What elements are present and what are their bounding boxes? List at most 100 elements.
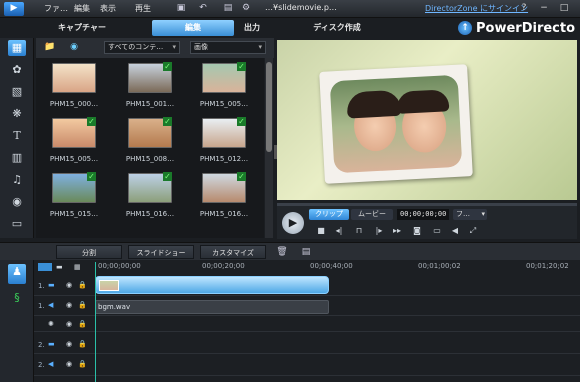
track-label: 1.: [38, 302, 45, 310]
app-logo-icon: ▶: [4, 2, 24, 16]
lock-icon[interactable]: 🔒: [78, 281, 87, 289]
media-type-dropdown[interactable]: 画像 ▾: [190, 41, 266, 54]
delete-icon[interactable]: 🗑: [276, 246, 288, 258]
menu-play[interactable]: 再生: [135, 3, 151, 14]
lock-icon[interactable]: 🔒: [78, 320, 87, 328]
audio-clip[interactable]: bgm.wav: [95, 300, 329, 314]
media-thumbnail-label: PHM15_005…: [49, 155, 99, 163]
tab-capture[interactable]: キャプチャー: [42, 20, 122, 36]
chevron-down-icon: ▾: [258, 43, 262, 51]
lock-icon[interactable]: 🔒: [78, 301, 87, 309]
transition-room-icon[interactable]: ▥: [8, 150, 26, 166]
media-thumbnail-label: PHM15_001…: [125, 100, 175, 108]
split-button[interactable]: 分割: [56, 245, 122, 259]
playhead[interactable]: [95, 262, 96, 382]
track-view-icon[interactable]: [38, 263, 52, 271]
media-thumbnail[interactable]: ✓: [128, 62, 172, 93]
ruler-tick-label: 00;00;20;00: [202, 262, 245, 270]
particle-room-icon[interactable]: ❋: [8, 106, 26, 122]
settings-icon[interactable]: ⚙: [240, 2, 252, 14]
timecode-display[interactable]: 00;00;00;00: [397, 209, 450, 220]
layout-icon[interactable]: ▤: [222, 2, 234, 14]
tab-output[interactable]: 出力: [232, 20, 272, 36]
library-toolbar: 📁 ◉ すべてのコンテ… ▾ 画像 ▾: [36, 38, 274, 58]
video-track-icon: ▬: [48, 281, 55, 289]
tab-edit[interactable]: 編集: [152, 20, 234, 36]
eye-icon[interactable]: ◉: [66, 320, 72, 328]
media-thumbnail[interactable]: ✓: [202, 62, 246, 93]
brand: ↑ PowerDirecto: [456, 19, 580, 38]
timeline-view-icon[interactable]: ♟: [8, 264, 26, 284]
effect-room-icon[interactable]: ✿: [8, 62, 26, 78]
eye-icon[interactable]: ◉: [66, 360, 72, 368]
mode-tabs: キャプチャー 編集 出力 ディスク作成: [34, 18, 450, 38]
check-icon: ✓: [87, 117, 96, 126]
media-library: PHM15_000… ✓ PHM15_001… ✓ PHM15_005… ✓ P…: [36, 58, 264, 238]
check-icon: ✓: [237, 117, 246, 126]
scrollbar-thumb[interactable]: [266, 62, 272, 152]
fx-track-icon: ✺: [48, 320, 54, 328]
media-thumbnail[interactable]: ✓: [52, 117, 96, 148]
pip-room-icon[interactable]: ▧: [8, 84, 26, 100]
more-icon[interactable]: ▤: [300, 246, 312, 258]
help-button[interactable]: ?: [518, 2, 530, 14]
media-thumbnail[interactable]: ✓: [202, 117, 246, 148]
audio-mixing-icon[interactable]: ♫: [8, 172, 26, 188]
menu-edit[interactable]: 編集: [74, 3, 90, 14]
media-thumbnail[interactable]: ✓: [128, 117, 172, 148]
eye-icon[interactable]: ◉: [66, 301, 72, 309]
movie-mode-button[interactable]: ムービー: [351, 209, 393, 220]
brand-name: PowerDirecto: [476, 21, 576, 36]
zoom-icon[interactable]: ▦: [74, 263, 81, 271]
room-toolbar: ▦ ✿ ▧ ❋ T ▥ ♫ ◉ ▭: [0, 38, 34, 238]
stop-icon[interactable]: ■: [315, 225, 327, 237]
directorzone-link[interactable]: DirectorZone にサインイン: [425, 3, 528, 14]
maximize-button[interactable]: □: [558, 2, 570, 14]
menu-file[interactable]: ファ…: [44, 3, 68, 14]
customize-button[interactable]: カスタマイズ: [200, 245, 266, 259]
chapter-room-icon[interactable]: ▭: [8, 216, 26, 232]
content-filter-dropdown[interactable]: すべてのコンテ… ▾: [104, 41, 180, 54]
video-clip[interactable]: [95, 276, 329, 294]
eye-icon[interactable]: ◉: [66, 281, 72, 289]
ruler-tick-label: 00;01;00;02: [418, 262, 461, 270]
snapshot-icon[interactable]: ◙: [411, 225, 423, 237]
media-thumbnail[interactable]: ✓: [202, 172, 246, 203]
tab-disc[interactable]: ディスク作成: [302, 20, 372, 36]
split-icon[interactable]: ⊓: [353, 225, 365, 237]
media-thumbnail[interactable]: [52, 63, 96, 93]
slideshow-button[interactable]: スライドショー: [128, 245, 194, 259]
import-folder-icon[interactable]: 📁: [44, 41, 56, 53]
display-icon[interactable]: ▭: [431, 225, 443, 237]
media-thumbnail-label: PHM15_005…: [199, 100, 249, 108]
lock-icon[interactable]: 🔒: [78, 360, 87, 368]
title-room-icon[interactable]: T: [8, 128, 26, 144]
track-label: 1.: [38, 282, 45, 290]
media-thumbnail[interactable]: ✓: [128, 172, 172, 203]
media-thumbnail[interactable]: ✓: [52, 172, 96, 203]
prev-frame-icon[interactable]: ◂|: [333, 225, 345, 237]
media-thumbnail-label: PHM15_008…: [125, 155, 175, 163]
volume-icon[interactable]: ◀: [449, 225, 461, 237]
fast-forward-icon[interactable]: ▸▸: [391, 225, 403, 237]
minimize-button[interactable]: −: [538, 2, 550, 14]
timeline-ruler[interactable]: 00;00;00;00 00;00;20;00 00;00;40;00 00;0…: [94, 262, 580, 274]
menu-view[interactable]: 表示: [100, 3, 116, 14]
next-frame-icon[interactable]: |▸: [373, 225, 385, 237]
storyboard-view-icon[interactable]: §: [8, 290, 26, 306]
fullscreen-icon[interactable]: ⤢: [467, 225, 479, 237]
ruler-tick-label: 00;00;40;00: [310, 262, 353, 270]
quality-dropdown[interactable]: フ… ▾: [453, 209, 487, 220]
media-room-icon[interactable]: ▦: [8, 40, 26, 56]
download-icon[interactable]: ◉: [68, 41, 80, 53]
clip-mode-button[interactable]: クリップ: [309, 209, 349, 220]
library-scrollbar[interactable]: [265, 58, 273, 238]
play-button[interactable]: ▶: [282, 212, 304, 234]
fit-icon[interactable]: ▬: [56, 263, 63, 271]
voiceover-icon[interactable]: ◉: [8, 194, 26, 210]
preview-seek-bar[interactable]: [277, 203, 577, 206]
eye-icon[interactable]: ◉: [66, 340, 72, 348]
undo-icon[interactable]: ↶: [197, 2, 209, 14]
lock-icon[interactable]: 🔒: [78, 340, 87, 348]
save-icon[interactable]: ▣: [175, 2, 187, 14]
